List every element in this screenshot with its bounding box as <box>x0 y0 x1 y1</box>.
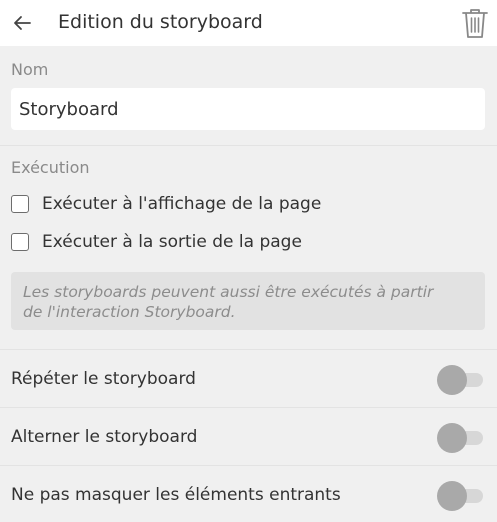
toggle-knob <box>437 481 467 511</box>
checkbox-box[interactable] <box>11 195 29 213</box>
divider <box>0 465 497 466</box>
header-bar: Edition du storyboard <box>0 0 497 46</box>
storyboard-name-input[interactable] <box>11 88 485 130</box>
checkbox-run-on-page-exit[interactable]: Exécuter à la sortie de la page <box>11 230 302 254</box>
repeat-storyboard-toggle[interactable] <box>437 365 483 395</box>
keep-incoming-elements-label: Ne pas masquer les éléments entrants <box>11 485 341 505</box>
keep-incoming-elements-toggle[interactable] <box>437 481 483 511</box>
execution-section-label: Exécution <box>11 158 90 177</box>
checkbox-box[interactable] <box>11 233 29 251</box>
info-note-line: Les storyboards peuvent aussi être exécu… <box>23 283 434 301</box>
alternate-storyboard-toggle[interactable] <box>437 423 483 453</box>
page-title: Edition du storyboard <box>58 11 263 33</box>
divider <box>0 145 497 146</box>
repeat-storyboard-label: Répéter le storyboard <box>11 369 196 389</box>
toggle-knob <box>437 365 467 395</box>
alternate-storyboard-label: Alterner le storyboard <box>11 427 198 447</box>
checkbox-label: Exécuter à l'affichage de la page <box>42 194 322 214</box>
toggle-knob <box>437 423 467 453</box>
info-note-line: de l'interaction Storyboard. <box>23 303 236 321</box>
info-note: Les storyboards peuvent aussi être exécu… <box>11 272 485 330</box>
divider <box>0 407 497 408</box>
trash-icon[interactable] <box>461 7 489 39</box>
divider <box>0 349 497 350</box>
name-section-label: Nom <box>11 60 49 79</box>
checkbox-run-on-page-show[interactable]: Exécuter à l'affichage de la page <box>11 192 321 216</box>
arrow-left-icon[interactable] <box>11 12 33 34</box>
checkbox-label: Exécuter à la sortie de la page <box>42 232 302 252</box>
